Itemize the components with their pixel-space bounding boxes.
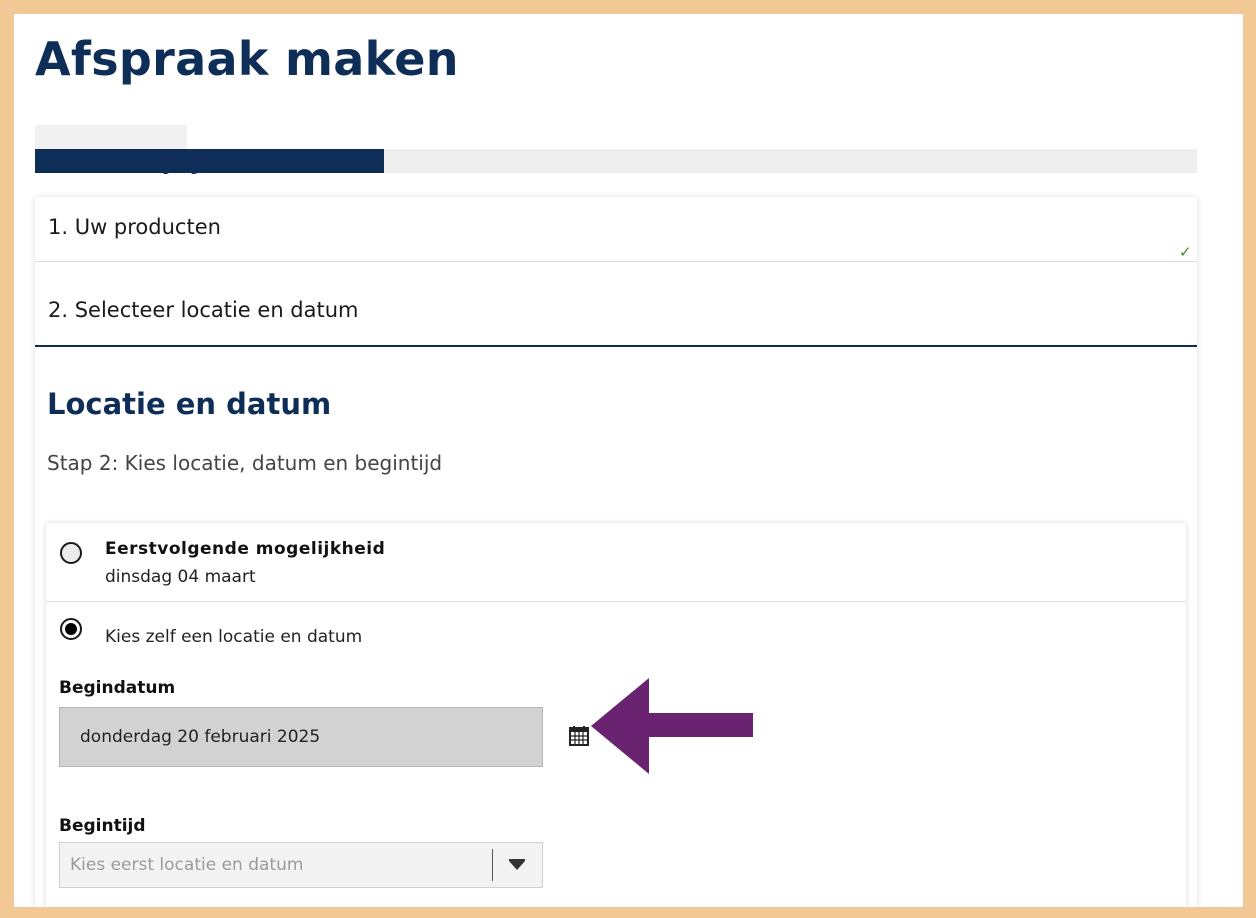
section-title: Locatie en datum [47, 387, 332, 421]
begintijd-label: Begintijd [59, 816, 146, 836]
steps-accordion: 1. Uw producten ✓ 2. Selecteer locatie e… [35, 197, 1197, 907]
calendar-icon[interactable] [568, 725, 590, 747]
option-kies-zelf-label[interactable]: Kies zelf een locatie en datum [105, 627, 362, 647]
option-eerstvolgende-title[interactable]: Eerstvolgende mogelijkheid [105, 539, 385, 559]
step-header-locatie-datum[interactable]: 2. Selecteer locatie en datum [35, 298, 1197, 322]
radio-kies-zelf[interactable] [60, 618, 82, 640]
begindatum-label: Begindatum [59, 678, 176, 698]
radio-eerstvolgende[interactable] [60, 542, 82, 564]
chevron-down-icon[interactable] [508, 859, 526, 871]
step-divider [35, 261, 1197, 262]
option-divider [46, 601, 1186, 602]
begintijd-select[interactable]: Kies eerst locatie en datum [59, 842, 543, 888]
page-title: Afspraak maken [35, 32, 459, 86]
option-eerstvolgende-date: dinsdag 04 maart [105, 567, 256, 587]
active-step-underline [35, 345, 1197, 347]
section-subtitle: Stap 2: Kies locatie, datum en begintijd [47, 451, 443, 475]
check-icon: ✓ [1179, 244, 1192, 261]
progress-label: Voortgang 30% [122, 157, 238, 175]
progress-tab [35, 125, 187, 150]
begintijd-placeholder: Kies eerst locatie en datum [70, 855, 304, 875]
begindatum-input[interactable]: donderdag 20 februari 2025 [59, 707, 543, 767]
arrow-left-icon [591, 678, 753, 774]
step-header-producten[interactable]: 1. Uw producten [35, 215, 1197, 239]
select-separator [492, 849, 493, 881]
